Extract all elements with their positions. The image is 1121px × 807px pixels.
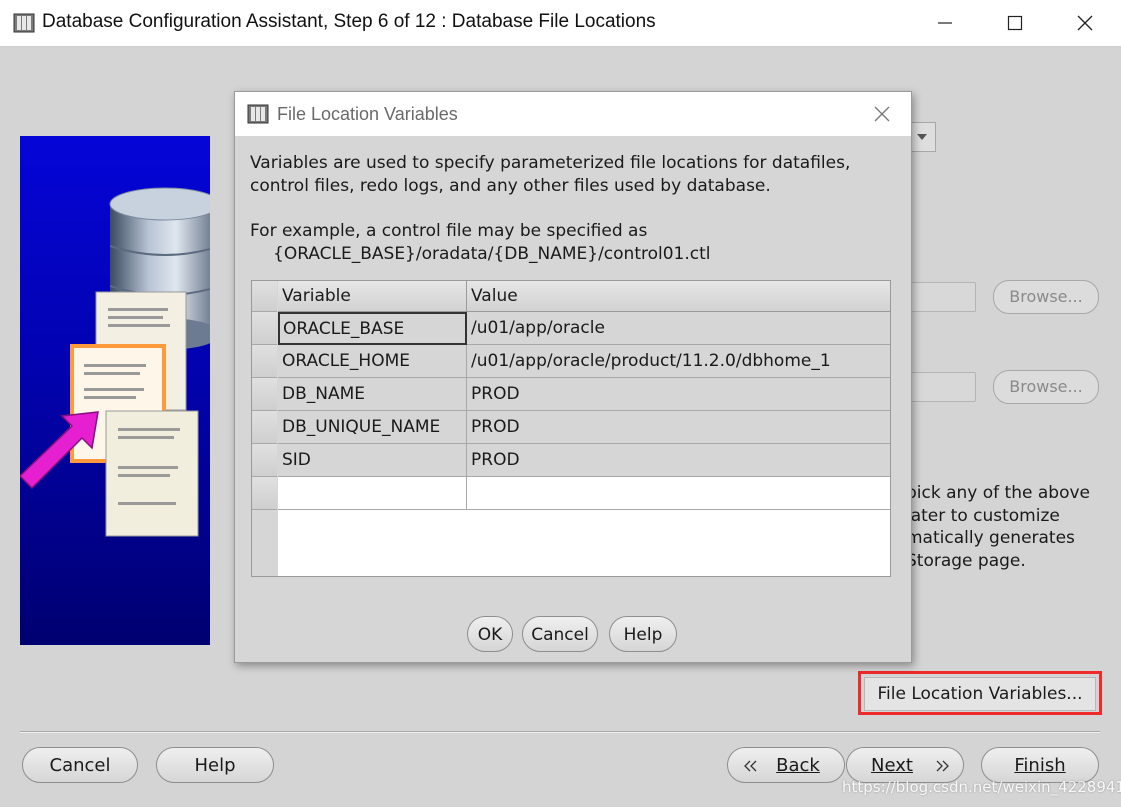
ok-button[interactable]: OK bbox=[467, 616, 513, 652]
dialog-help-button[interactable]: Help bbox=[609, 616, 677, 652]
row-header[interactable] bbox=[252, 411, 277, 444]
cell-value[interactable]: PROD bbox=[467, 411, 890, 444]
info-text-line-3: matically generates bbox=[906, 528, 1075, 548]
table-empty-area bbox=[278, 510, 890, 576]
cell-value[interactable] bbox=[467, 477, 890, 510]
dialog-close-icon[interactable] bbox=[873, 105, 891, 123]
minimize-button[interactable] bbox=[910, 0, 980, 46]
close-button[interactable] bbox=[1050, 0, 1120, 46]
maximize-icon bbox=[1007, 15, 1023, 31]
cell-variable[interactable]: DB_NAME bbox=[278, 378, 467, 411]
browse-button-2[interactable]: Browse... bbox=[993, 370, 1099, 404]
row-header[interactable] bbox=[252, 345, 277, 378]
cell-value[interactable]: PROD bbox=[467, 378, 890, 411]
dialog-titlebar: File Location Variables bbox=[235, 92, 911, 136]
cancel-button[interactable]: Cancel bbox=[22, 747, 138, 783]
cell-variable[interactable]: ORACLE_BASE bbox=[278, 312, 467, 345]
row-header[interactable] bbox=[252, 378, 277, 411]
cell-variable[interactable]: ORACLE_HOME bbox=[278, 345, 467, 378]
minimize-icon bbox=[938, 22, 952, 24]
corner-header bbox=[252, 281, 277, 312]
info-text-line-2: later to customize bbox=[906, 506, 1060, 526]
database-files-image bbox=[20, 187, 210, 537]
column-header-value[interactable]: Value bbox=[467, 281, 890, 312]
location-input-2[interactable] bbox=[908, 372, 976, 402]
row-header[interactable] bbox=[252, 312, 277, 345]
info-text-line-4: Storage page. bbox=[906, 551, 1026, 571]
row-header[interactable] bbox=[252, 477, 277, 510]
next-label: Next bbox=[871, 755, 913, 776]
example-line-2: {ORACLE_BASE}/oradata/{DB_NAME}/control0… bbox=[273, 244, 711, 264]
column-header-variable[interactable]: Variable bbox=[278, 281, 467, 312]
wizard-illustration bbox=[20, 136, 210, 645]
example-line-1: For example, a control file may be speci… bbox=[250, 221, 648, 241]
dialog-cancel-button[interactable]: Cancel bbox=[522, 616, 598, 652]
help-button[interactable]: Help bbox=[156, 747, 274, 783]
row-header-column bbox=[252, 281, 279, 576]
maximize-button[interactable] bbox=[980, 0, 1050, 46]
description-line-2: control files, redo logs, and any other … bbox=[250, 176, 771, 196]
dialog-title: File Location Variables bbox=[277, 104, 458, 124]
next-chevron-icon bbox=[936, 760, 949, 772]
cell-value[interactable]: /u01/app/oracle/product/11.2.0/dbhome_1 bbox=[467, 345, 890, 378]
cell-variable[interactable]: DB_UNIQUE_NAME bbox=[278, 411, 467, 444]
file-location-variables-button[interactable]: File Location Variables... bbox=[864, 677, 1096, 711]
app-icon bbox=[13, 13, 35, 33]
info-text-line-1: pick any of the above bbox=[906, 483, 1090, 503]
footer-separator bbox=[20, 731, 1100, 733]
close-icon bbox=[1077, 15, 1093, 31]
cell-value[interactable]: PROD bbox=[467, 444, 890, 477]
cell-variable[interactable]: SID bbox=[278, 444, 467, 477]
dialog-app-icon bbox=[247, 104, 269, 124]
window-titlebar: Database Configuration Assistant, Step 6… bbox=[0, 0, 1121, 47]
variables-table: Variable Value ORACLE_BASE /u01/app/orac… bbox=[251, 280, 891, 577]
back-chevron-icon bbox=[744, 760, 757, 772]
window-title: Database Configuration Assistant, Step 6… bbox=[42, 11, 656, 32]
row-header[interactable] bbox=[252, 444, 277, 477]
file-location-variables-dialog: File Location Variables Variables are us… bbox=[234, 91, 912, 663]
description-line-1: Variables are used to specify parameteri… bbox=[250, 153, 851, 173]
cell-variable[interactable] bbox=[278, 477, 467, 510]
watermark: https://blog.csdn.net/weixin_42289413 bbox=[842, 778, 1121, 796]
back-button[interactable]: Back bbox=[727, 747, 845, 783]
back-label: Back bbox=[776, 755, 820, 776]
storage-type-dropdown-arrow[interactable] bbox=[908, 122, 936, 152]
cell-value[interactable]: /u01/app/oracle bbox=[467, 312, 890, 345]
location-input-1[interactable] bbox=[908, 282, 976, 312]
browse-button-1[interactable]: Browse... bbox=[993, 280, 1099, 314]
